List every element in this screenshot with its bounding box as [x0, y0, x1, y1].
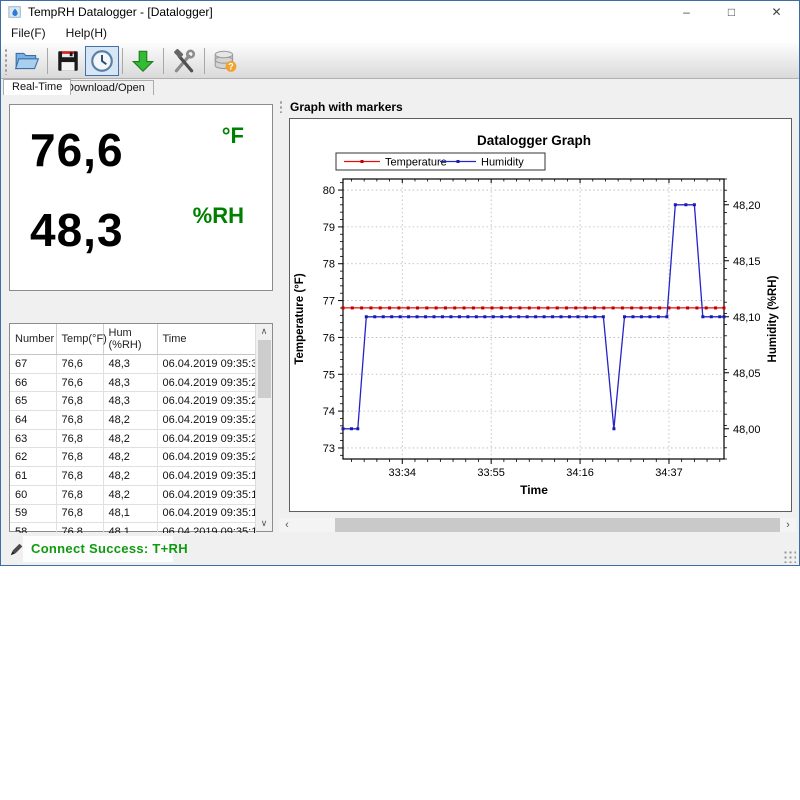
svg-text:48,05: 48,05 — [733, 368, 761, 380]
download-arrow-icon — [130, 48, 156, 74]
table-row[interactable]: 6376,848,206.04.2019 09:35:23 — [10, 429, 255, 448]
col-hum[interactable]: Hum (%RH) — [103, 324, 157, 355]
table-row[interactable]: 6676,648,306.04.2019 09:35:29 — [10, 373, 255, 392]
open-file-button[interactable] — [10, 46, 44, 76]
svg-text:Temperature (°F): Temperature (°F) — [294, 273, 306, 364]
maximize-button[interactable]: □ — [709, 1, 754, 23]
app-icon — [8, 5, 22, 19]
svg-text:79: 79 — [323, 222, 335, 234]
scrollbar-thumb[interactable] — [258, 340, 271, 398]
graph-hscrollbar[interactable]: ‹ › — [279, 518, 796, 532]
toolbar: ? — [1, 43, 799, 79]
toolbar-separator — [47, 48, 48, 74]
svg-text:80: 80 — [323, 185, 335, 197]
col-temp[interactable]: Temp(°F) — [56, 324, 103, 355]
svg-text:74: 74 — [323, 406, 335, 418]
table-body: 6776,648,306.04.2019 09:35:316676,648,30… — [10, 355, 255, 542]
datalogger-chart: 73 74 75 76 77 78 79 80 48,00 48,05 48,10 48,15 48,2… — [290, 119, 791, 511]
scroll-down-icon[interactable]: ∨ — [256, 516, 272, 531]
scroll-right-icon[interactable]: › — [780, 518, 796, 532]
menu-file[interactable]: File(F) — [1, 24, 56, 43]
settings-button[interactable] — [167, 46, 201, 76]
toolbar-separator — [163, 48, 164, 74]
menu-help[interactable]: Help(H) — [56, 24, 117, 43]
temperature-readout: 76,6 — [30, 123, 124, 177]
svg-text:48,10: 48,10 — [733, 312, 761, 324]
download-button[interactable] — [126, 46, 160, 76]
save-button[interactable] — [51, 46, 85, 76]
table-row[interactable]: 6576,848,306.04.2019 09:35:27 — [10, 392, 255, 411]
toolbar-separator — [204, 48, 205, 74]
table-scrollbar[interactable]: ∧ ∨ — [255, 324, 272, 531]
svg-text:77: 77 — [323, 296, 335, 308]
datalogger-button[interactable]: ? — [208, 46, 242, 76]
svg-text:?: ? — [228, 61, 234, 71]
svg-text:76: 76 — [323, 332, 335, 344]
table-row[interactable]: 6176,848,206.04.2019 09:35:18 — [10, 467, 255, 486]
graph-panel-caption: Graph with markers — [290, 100, 403, 114]
col-number[interactable]: Number — [10, 324, 56, 355]
svg-text:48,15: 48,15 — [733, 256, 761, 268]
table-header-row: Number Temp(°F) Hum (%RH) Time — [10, 324, 255, 355]
svg-text:Time: Time — [520, 483, 548, 497]
database-question-icon: ? — [212, 48, 238, 74]
table-row[interactable]: 6076,848,206.04.2019 09:35:16 — [10, 485, 255, 504]
table-row[interactable]: 6276,848,206.04.2019 09:35:21 — [10, 448, 255, 467]
minimize-button[interactable]: – — [664, 1, 709, 23]
svg-text:78: 78 — [323, 259, 335, 271]
window-title: TempRH Datalogger - [Datalogger] — [28, 5, 213, 19]
svg-text:48,00: 48,00 — [733, 424, 761, 436]
real-time-button[interactable] — [85, 46, 119, 76]
svg-text:73: 73 — [323, 443, 335, 455]
svg-text:Humidity (%RH): Humidity (%RH) — [767, 275, 779, 362]
pen-icon — [9, 542, 24, 557]
status-message: Connect Success: T+RH — [31, 541, 188, 556]
log-table: Number Temp(°F) Hum (%RH) Time 6776,648,… — [10, 324, 256, 542]
scroll-up-icon[interactable]: ∧ — [256, 324, 272, 339]
menu-bar: File(F) Help(H) — [1, 23, 799, 43]
chart-panel: 73 74 75 76 77 78 79 80 48,00 48,05 48,10 48,15 48,2… — [289, 118, 792, 512]
scroll-left-icon[interactable]: ‹ — [279, 518, 295, 532]
tab-download-open[interactable]: Download/Open — [57, 80, 154, 95]
svg-text:48,20: 48,20 — [733, 200, 761, 212]
log-table-panel: Number Temp(°F) Hum (%RH) Time 6776,648,… — [9, 323, 273, 532]
graph-panel-grip — [279, 100, 284, 113]
toolbar-grip[interactable] — [3, 47, 8, 75]
humidity-unit: %RH — [193, 203, 244, 229]
hscrollbar-thumb[interactable] — [295, 518, 335, 532]
svg-text:33:55: 33:55 — [477, 467, 505, 479]
open-folder-icon — [14, 48, 40, 74]
table-row[interactable]: 6476,848,206.04.2019 09:35:25 — [10, 411, 255, 430]
svg-text:Temperature: Temperature — [385, 157, 447, 169]
status-bar: Connect Success: T+RH — [1, 533, 799, 566]
table-row[interactable]: 6776,648,306.04.2019 09:35:31 — [10, 355, 255, 374]
humidity-readout: 48,3 — [30, 203, 124, 257]
svg-text:33:34: 33:34 — [389, 467, 417, 479]
svg-text:Humidity: Humidity — [481, 157, 524, 169]
temperature-unit: °F — [222, 123, 244, 149]
title-bar: TempRH Datalogger - [Datalogger] – □ ✕ — [1, 1, 799, 23]
svg-text:34:37: 34:37 — [655, 467, 683, 479]
svg-text:34:16: 34:16 — [566, 467, 594, 479]
tab-strip: Real-Time Download/Open — [1, 79, 799, 94]
clock-icon — [89, 48, 115, 74]
table-row[interactable]: 5976,848,106.04.2019 09:35:14 — [10, 504, 255, 523]
close-button[interactable]: ✕ — [754, 1, 799, 23]
tools-icon — [171, 48, 197, 74]
resize-grip[interactable] — [783, 550, 796, 563]
readout-panel: 76,6 °F 48,3 %RH — [9, 104, 273, 291]
svg-text:75: 75 — [323, 369, 335, 381]
app-window: TempRH Datalogger - [Datalogger] – □ ✕ F… — [0, 0, 800, 566]
svg-text:Datalogger Graph: Datalogger Graph — [477, 133, 591, 148]
floppy-disk-icon — [55, 48, 81, 74]
toolbar-separator — [122, 48, 123, 74]
col-time[interactable]: Time — [157, 324, 255, 355]
tab-real-time[interactable]: Real-Time — [3, 79, 71, 95]
